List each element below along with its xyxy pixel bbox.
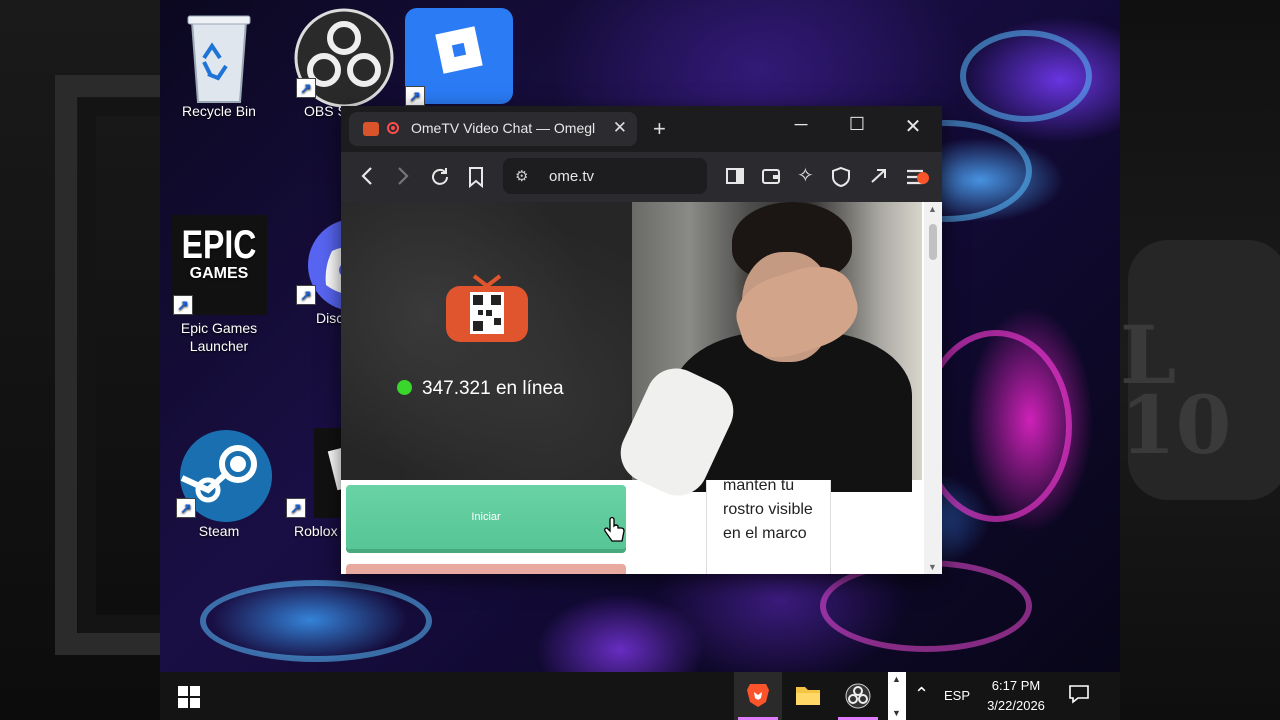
steam-icon: ↗ [174, 428, 272, 522]
shortcut-arrow-icon: ↗ [296, 78, 316, 98]
shortcut-arrow-icon: ↗ [405, 86, 425, 106]
epic-games-icon: EPIC GAMES ↗ [171, 215, 267, 315]
folder-icon [796, 687, 820, 705]
ometv-favicon-icon [363, 122, 379, 136]
scroll-up-icon[interactable]: ▲ [928, 204, 937, 214]
face-hint-text: manten tu rostro visible en el marco [723, 477, 813, 542]
close-window-icon[interactable]: ✕ [895, 114, 931, 139]
reload-icon[interactable] [429, 166, 451, 192]
epic-games-shortcut[interactable]: EPIC GAMES ↗ Epic Games Launcher [164, 215, 274, 355]
recording-indicator-icon [387, 122, 399, 134]
taskbar-brave[interactable] [734, 672, 782, 720]
left-frame-inner [78, 98, 160, 633]
hand-cursor-icon [603, 516, 625, 545]
browser-toolbar: ⚙ ome.tv ✧ [341, 152, 942, 202]
minimize-icon[interactable]: ─ [783, 114, 819, 135]
steam-shortcut[interactable]: ↗ Steam [164, 428, 274, 540]
obs-shortcut[interactable]: ↗ OBS S [284, 8, 394, 120]
page-scrollbar[interactable]: ▲ ▼ [924, 202, 942, 574]
recycle-bin-shortcut[interactable]: Recycle Bin [164, 8, 274, 120]
chevron-down-icon[interactable]: ▼ [892, 708, 901, 718]
online-count: 347.321 en línea [397, 378, 564, 400]
stranger-video-placeholder: 347.321 en línea [341, 202, 632, 480]
sidebar-icon[interactable] [725, 166, 745, 190]
obs-icon: ↗ [294, 8, 394, 108]
face-hint-box: manten tu rostro visible en el marco [706, 477, 831, 574]
menu-icon[interactable] [905, 166, 931, 192]
taskbar-scroll[interactable]: ▲ ▼ [888, 672, 906, 720]
tab-bar: OmeTV Video Chat — Omegl ✕ + ─ ☐ ✕ [341, 106, 942, 152]
chevron-up-icon[interactable]: ▲ [892, 674, 901, 684]
roblox-studio-icon: ↗ [405, 8, 513, 106]
brave-icon [747, 684, 769, 707]
bookmark-icon[interactable] [467, 166, 485, 192]
clock-date: 3/22/2026 [987, 698, 1045, 713]
clock[interactable]: 6:17 PM 3/22/2026 [978, 676, 1054, 716]
online-count-text: 347.321 en línea [422, 378, 564, 399]
shortcut-arrow-icon: ↗ [296, 285, 316, 305]
language-indicator[interactable]: ESP [944, 688, 970, 703]
self-camera-video [610, 202, 922, 506]
scroll-down-icon[interactable]: ▼ [928, 562, 937, 572]
shortcut-arrow-icon: ↗ [286, 498, 306, 518]
vpn-icon[interactable] [869, 166, 889, 190]
taskbar-file-explorer[interactable] [784, 672, 832, 720]
notifications-icon[interactable] [1068, 684, 1090, 707]
shortcut-arrow-icon: ↗ [173, 295, 193, 315]
stop-button[interactable] [346, 564, 626, 574]
address-bar[interactable]: ⚙ ome.tv [503, 158, 707, 194]
windows-start-icon[interactable] [178, 686, 200, 713]
tab-close-icon[interactable]: ✕ [613, 118, 627, 138]
clock-time: 6:17 PM [991, 678, 1041, 693]
page-content: 347.321 en línea Iniciar manten tu rostr… [341, 202, 942, 574]
epic-logo-bottom: GAMES [189, 265, 249, 282]
tab-title: OmeTV Video Chat — Omegl [411, 120, 596, 136]
wallpaper-wave [960, 30, 1092, 122]
site-settings-icon[interactable]: ⚙ [515, 167, 528, 185]
epic-logo-top: EPIC [181, 223, 257, 267]
taskbar-obs[interactable] [834, 672, 882, 720]
tray-overflow-icon[interactable]: ⌃ [914, 684, 929, 705]
wallpaper-wave [200, 580, 432, 662]
recycle-bin-icon [174, 8, 264, 103]
scrollbar-thumb[interactable] [929, 224, 937, 260]
leo-ai-icon[interactable]: ✧ [797, 166, 814, 186]
left-letterbox [0, 0, 160, 720]
wallet-icon[interactable] [761, 166, 781, 190]
shield-icon[interactable] [831, 166, 851, 192]
shortcut-arrow-icon: ↗ [176, 498, 196, 518]
wallpaper-wave [920, 330, 1072, 522]
right-logo-text: L 10 [1120, 308, 1232, 472]
roblox-studio-shortcut[interactable]: ↗ [404, 8, 514, 108]
browser-window[interactable]: OmeTV Video Chat — Omegl ✕ + ─ ☐ ✕ ⚙ ome… [341, 106, 942, 574]
obs-taskbar-icon [845, 683, 871, 709]
back-icon[interactable] [359, 166, 375, 190]
ometv-logo-icon [444, 272, 530, 344]
taskbar: ▲ ▼ ⌃ ESP 6:17 PM 3/22/2026 [160, 672, 1120, 720]
url-text: ome.tv [549, 168, 595, 185]
online-dot-icon [397, 380, 412, 395]
right-letterbox: L 10 [1120, 0, 1280, 720]
forward-icon[interactable] [395, 166, 411, 190]
tab-ometv[interactable]: OmeTV Video Chat — Omegl ✕ [349, 112, 637, 146]
start-button[interactable]: Iniciar [346, 485, 626, 549]
new-tab-icon[interactable]: + [653, 116, 666, 142]
epic-games-label: Epic Games Launcher [180, 320, 258, 354]
maximize-icon[interactable]: ☐ [839, 114, 875, 135]
